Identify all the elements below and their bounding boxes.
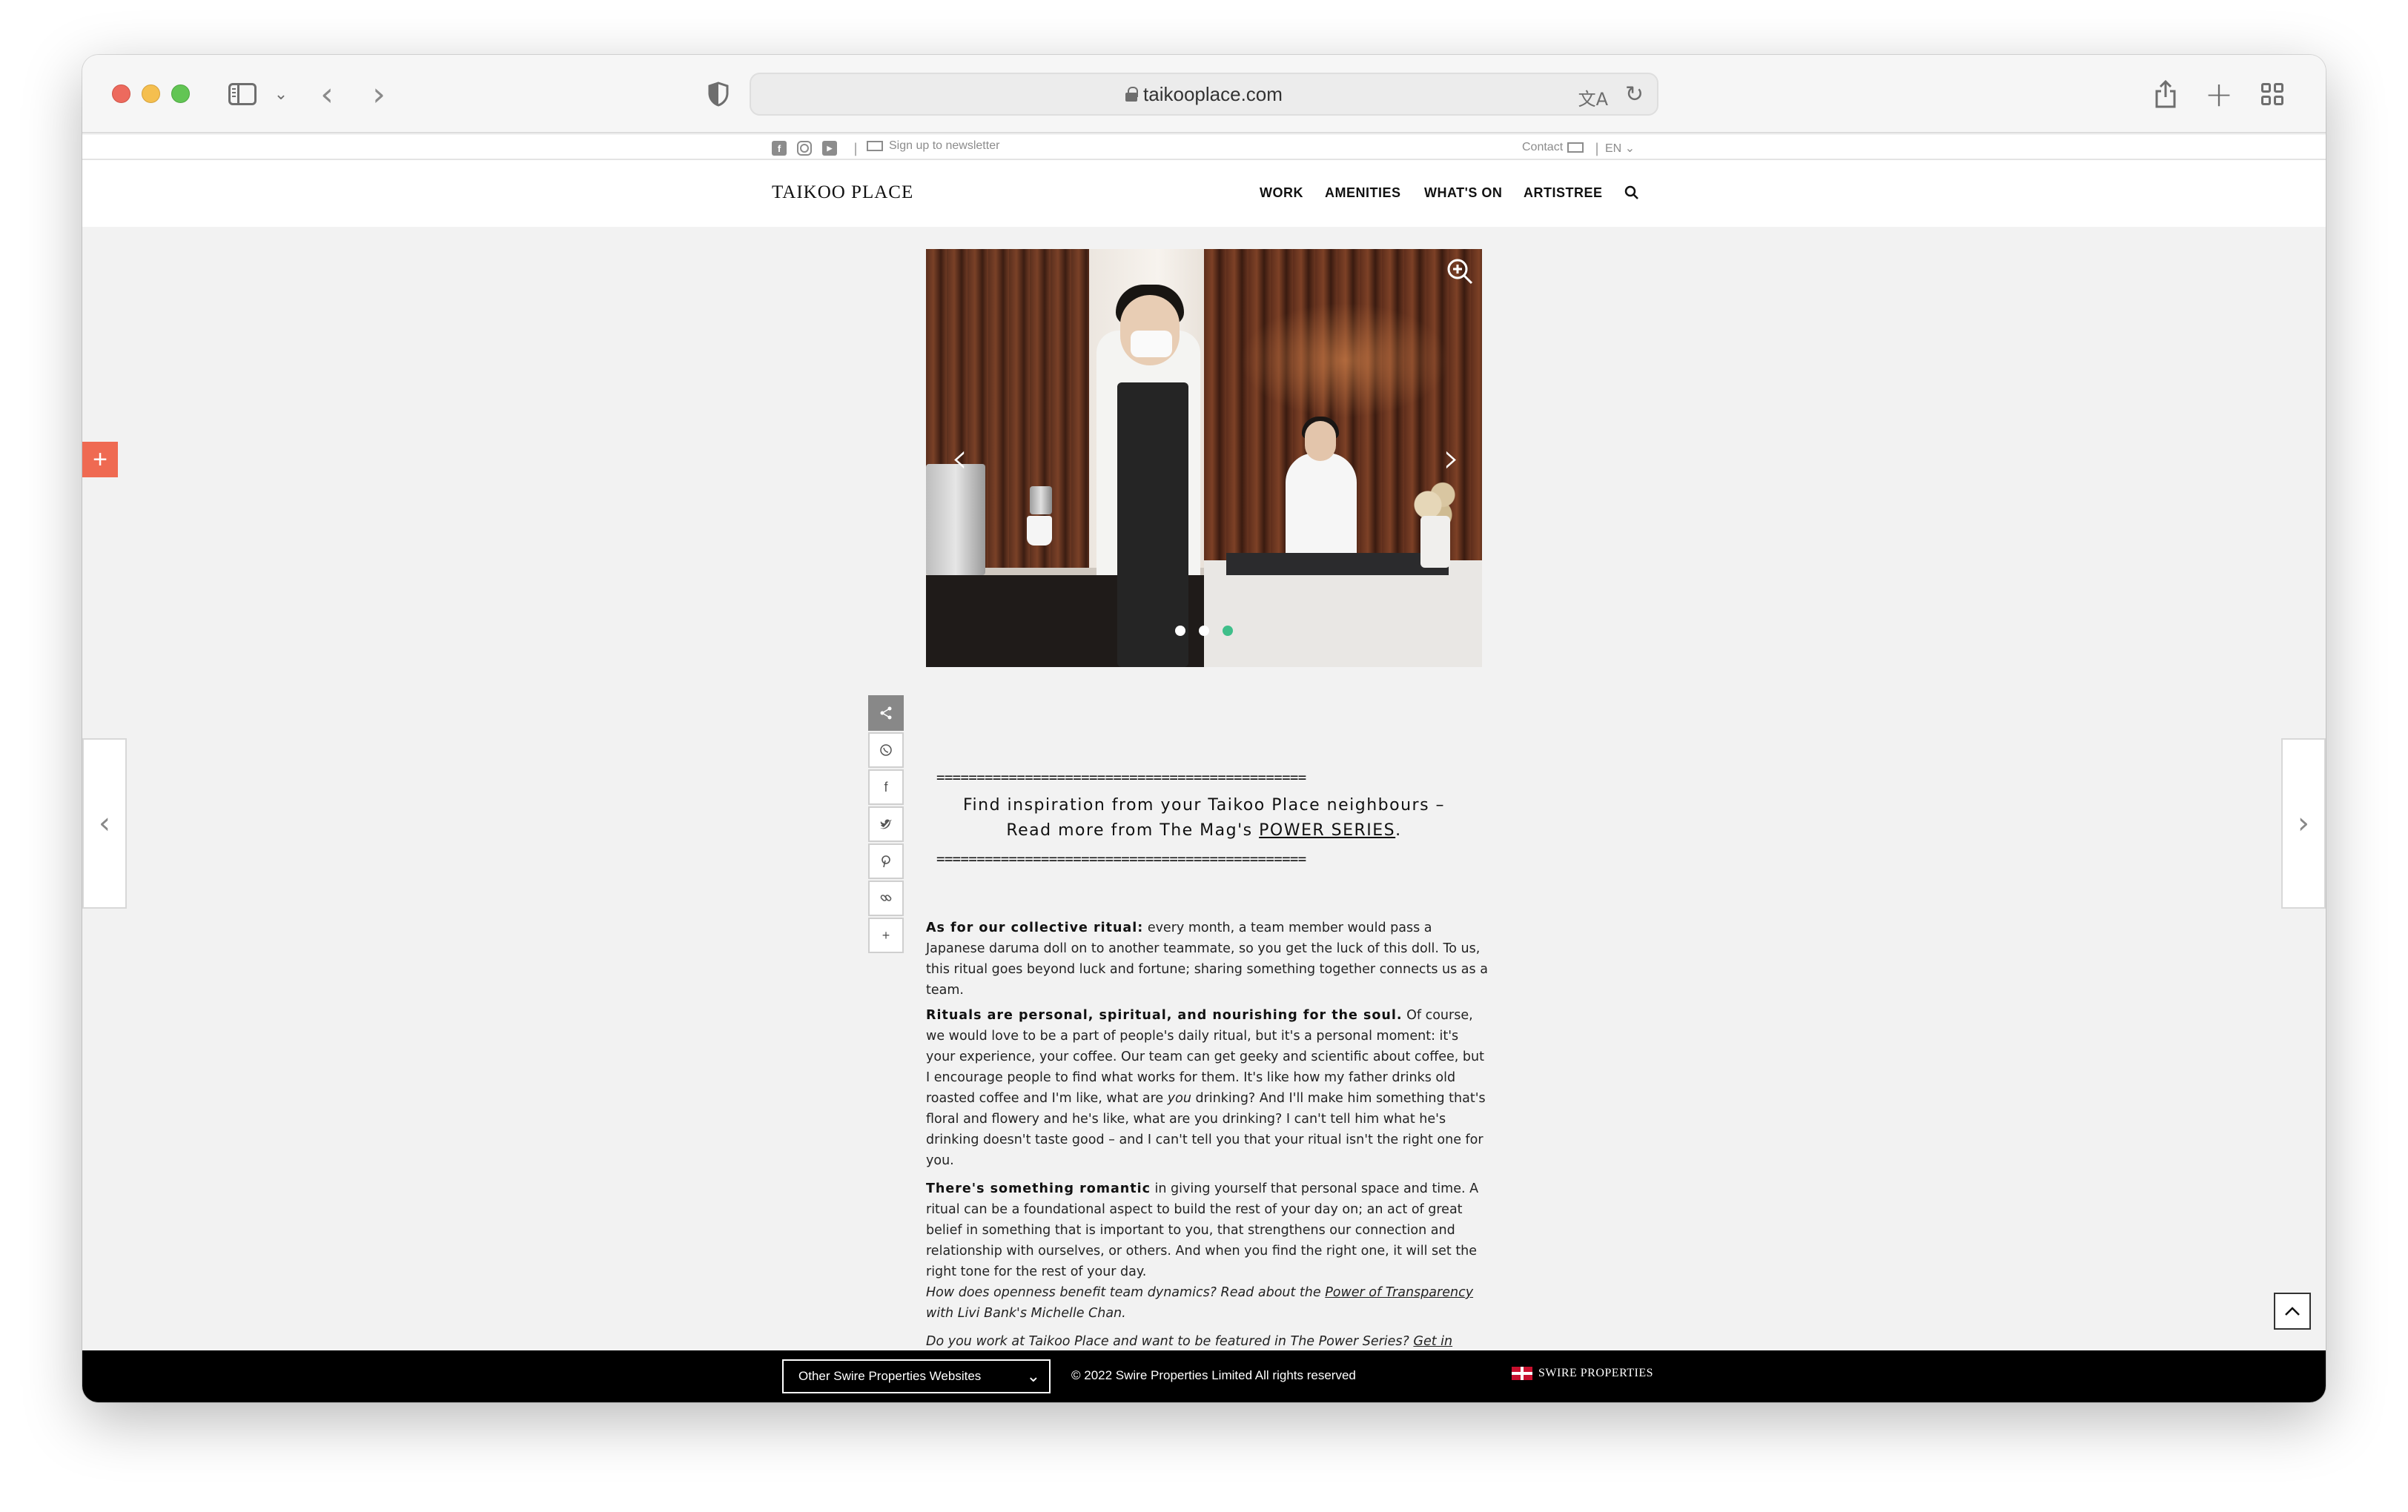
flag-icon: [1512, 1367, 1532, 1380]
article-paragraph: There's something romantic in giving you…: [926, 1178, 1489, 1282]
minimize-window-button[interactable]: [142, 84, 160, 103]
url-text: taikooplace.com: [1143, 82, 1283, 105]
callout-suffix: .: [1395, 821, 1402, 840]
search-icon[interactable]: [1624, 185, 1639, 200]
copyright-text: © 2022 Swire Properties Limited All righ…: [1071, 1368, 1356, 1382]
nav-item-whats-on[interactable]: WHAT'S ON: [1424, 185, 1502, 201]
share-icon[interactable]: [868, 695, 904, 731]
whatsapp-icon[interactable]: [868, 732, 904, 768]
separator: |: [853, 141, 859, 156]
newsletter-link[interactable]: Sign up to newsletter: [867, 139, 999, 153]
callout-line1: Find inspiration from your Taikoo Place …: [962, 796, 1446, 815]
site-utility-bar: f ▶ | Sign up to newsletter Contact | EN…: [82, 135, 2326, 160]
contact-link[interactable]: Contact: [1522, 141, 1584, 154]
slider-dots: [926, 626, 1482, 636]
slider-dot-active[interactable]: [1223, 626, 1233, 636]
floating-add-button[interactable]: +: [82, 442, 118, 477]
browser-toolbar: ⌄ ‹ › taikooplace.com 文A ↻ +: [82, 55, 2326, 133]
slide-image-counter: [1204, 249, 1482, 667]
nav-item-work[interactable]: WORK: [1260, 185, 1303, 201]
nav-item-artistree[interactable]: ARTISTREE: [1524, 185, 1603, 201]
article-paragraph: As for our collective ritual: every mont…: [926, 918, 1489, 1001]
chevron-down-icon: ⌄: [1624, 142, 1635, 155]
paragraph-lead: There's something romantic: [926, 1181, 1151, 1196]
paragraph-lead: Rituals are personal, spiritual, and nou…: [926, 1008, 1403, 1023]
divider-rule: ========================================…: [936, 769, 1306, 786]
next-article-button[interactable]: ›: [2281, 738, 2326, 909]
callout-line2: Read more from The Mag's POWER SERIES.: [926, 818, 1482, 843]
note-text: with Livi Bank's Michelle Chan.: [926, 1306, 1126, 1321]
zoom-in-icon[interactable]: [1445, 256, 1475, 286]
share-rail: f +: [868, 694, 904, 953]
main-navigation: TAIKOO PLACE WORK AMENITIES WHAT'S ON AR…: [82, 160, 2326, 227]
callout-prefix: Read more from The Mag's: [1006, 821, 1260, 840]
other-websites-select[interactable]: Other Swire Properties Websites ⌄: [782, 1359, 1051, 1393]
paragraph-lead: As for our collective ritual:: [926, 921, 1144, 935]
forward-button[interactable]: ›: [364, 74, 394, 114]
previous-article-button[interactable]: ‹: [82, 738, 127, 909]
back-button[interactable]: ‹: [312, 74, 342, 114]
link-icon[interactable]: [868, 881, 904, 916]
image-slider[interactable]: ‹ ›: [926, 249, 1482, 667]
grid-icon[interactable]: [2258, 74, 2287, 114]
chevron-down-icon: ⌄: [1026, 1367, 1040, 1385]
chevron-down-icon[interactable]: ⌄: [272, 74, 290, 114]
twitter-icon[interactable]: [868, 806, 904, 842]
address-bar[interactable]: taikooplace.com 文A ↻: [750, 73, 1658, 116]
shield-icon[interactable]: [704, 74, 733, 114]
site-logo[interactable]: TAIKOO PLACE: [772, 182, 913, 203]
instagram-icon[interactable]: [797, 141, 812, 156]
back-to-top-button[interactable]: [2274, 1293, 2311, 1330]
nav-item-amenities[interactable]: AMENITIES: [1325, 185, 1401, 201]
slider-dot[interactable]: [1199, 626, 1209, 636]
language-label: EN: [1605, 142, 1622, 155]
divider-rule: ========================================…: [936, 851, 1306, 867]
close-window-button[interactable]: [112, 84, 130, 103]
youtube-icon[interactable]: ▶: [822, 141, 837, 156]
facebook-icon[interactable]: f: [772, 141, 787, 156]
zoom-window-button[interactable]: [171, 84, 190, 103]
reload-icon[interactable]: ↻: [1625, 82, 1644, 107]
power-of-transparency-link[interactable]: Power of Transparency: [1325, 1285, 1473, 1300]
select-label: Other Swire Properties Websites: [798, 1369, 982, 1383]
mail-icon: [1567, 142, 1584, 153]
contact-label: Contact: [1522, 141, 1564, 153]
slider-dot[interactable]: [1175, 626, 1185, 636]
facebook-icon[interactable]: f: [868, 769, 904, 805]
slider-next-button[interactable]: ›: [1443, 434, 1460, 483]
lock-icon: [1125, 87, 1139, 102]
site-footer: Other Swire Properties Websites ⌄ © 2022…: [82, 1350, 2326, 1402]
mail-icon: [867, 141, 883, 151]
paragraph-emphasis: you: [1167, 1091, 1191, 1106]
share-icon[interactable]: [2151, 74, 2180, 114]
article-note: How does openness benefit team dynamics?…: [926, 1282, 1489, 1324]
new-tab-button[interactable]: +: [2204, 74, 2234, 114]
translate-icon[interactable]: 文A: [1578, 84, 1608, 110]
note-text: Do you work at Taikoo Place and want to …: [926, 1334, 1414, 1349]
power-series-link[interactable]: POWER SERIES: [1259, 821, 1395, 840]
newsletter-label: Sign up to newsletter: [889, 139, 1000, 152]
plus-icon[interactable]: +: [868, 918, 904, 953]
note-text: How does openness benefit team dynamics?…: [926, 1285, 1326, 1300]
main-content: + ‹ › ‹ › f + ==========================…: [82, 227, 2326, 1370]
slider-prev-button[interactable]: ‹: [951, 434, 968, 483]
swire-properties-logo[interactable]: SWIRE PROPERTIES: [1512, 1367, 1653, 1380]
article-callout: Find inspiration from your Taikoo Place …: [926, 793, 1482, 843]
sidebar-icon[interactable]: [226, 74, 259, 114]
browser-window: ⌄ ‹ › taikooplace.com 文A ↻ + f ▶ | Sign …: [82, 55, 2326, 1402]
language-selector[interactable]: EN ⌄: [1605, 141, 1635, 156]
separator: |: [1595, 141, 1600, 156]
article-paragraph: Rituals are personal, spiritual, and nou…: [926, 1005, 1489, 1171]
brand-label: SWIRE PROPERTIES: [1538, 1367, 1654, 1379]
pinterest-icon[interactable]: [868, 843, 904, 879]
